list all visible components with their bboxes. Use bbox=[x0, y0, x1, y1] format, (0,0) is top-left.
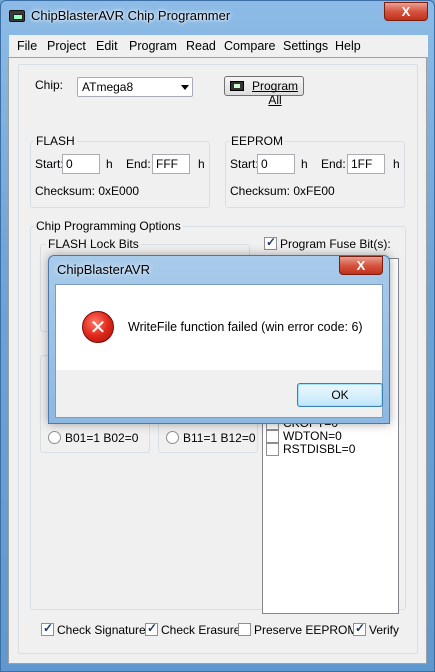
menu-settings[interactable]: Settings bbox=[283, 39, 328, 53]
error-icon: ✕ bbox=[82, 311, 114, 343]
program-all-button[interactable]: Program All bbox=[224, 76, 304, 107]
flash-h2: h bbox=[198, 157, 205, 171]
check-signature-label: Check Signature bbox=[57, 623, 146, 637]
chip-label: Chip: bbox=[35, 78, 64, 92]
program-fuse-checkbox[interactable] bbox=[264, 235, 277, 250]
dialog-body: ✕ WriteFile function failed (win error c… bbox=[55, 284, 383, 418]
menu-compare[interactable]: Compare bbox=[224, 39, 275, 53]
radio-b01-b02[interactable] bbox=[48, 431, 61, 444]
menu-edit[interactable]: Edit bbox=[96, 39, 118, 53]
fuse-wdton-checkbox[interactable] bbox=[266, 430, 279, 443]
check-signature-checkbox[interactable] bbox=[41, 621, 54, 636]
eeprom-h1: h bbox=[301, 157, 308, 171]
radio-right-label: B11=1 B12=0 bbox=[183, 431, 256, 445]
fuse-wdton-label: WDTON=0 bbox=[283, 429, 342, 443]
error-dialog: ChipBlasterAVR X ✕ WriteFile function fa… bbox=[48, 255, 390, 424]
radio-left-label: B01=1 B02=0 bbox=[65, 431, 139, 445]
program-all-label: Program All bbox=[251, 79, 298, 107]
preserve-eeprom-checkbox[interactable] bbox=[238, 623, 251, 636]
flash-checksum: Checksum: 0xE000 bbox=[35, 184, 140, 198]
dialog-message-area: ✕ WriteFile function failed (win error c… bbox=[56, 285, 382, 370]
eeprom-start-label: Start: bbox=[230, 157, 259, 171]
chevron-down-icon bbox=[181, 85, 189, 90]
dialog-close-button[interactable]: X bbox=[339, 256, 383, 275]
fuse-rstdisbl-label: RSTDISBL=0 bbox=[283, 442, 356, 456]
eeprom-title: EEPROM bbox=[229, 134, 286, 148]
menu-file[interactable]: File bbox=[17, 39, 37, 53]
title-bar[interactable]: ChipBlasterAVR Chip Programmer X bbox=[1, 1, 434, 31]
eeprom-end-input[interactable]: 1FF bbox=[347, 154, 385, 174]
window-close-button[interactable]: X bbox=[384, 2, 428, 21]
chip-select[interactable]: ATmega8 bbox=[77, 77, 193, 97]
verify-checkbox[interactable] bbox=[353, 621, 366, 636]
flash-lock-title: FLASH Lock Bits bbox=[46, 237, 141, 251]
flash-end-input[interactable]: FFF bbox=[152, 154, 190, 174]
eeprom-h2: h bbox=[393, 157, 400, 171]
fuse-rstdisbl-checkbox[interactable] bbox=[266, 443, 279, 456]
check-erasure-label: Check Erasure bbox=[161, 623, 241, 637]
eeprom-checksum: Checksum: 0xFE00 bbox=[230, 184, 335, 198]
eeprom-start-input[interactable]: 0 bbox=[257, 154, 295, 174]
preserve-eeprom-label: Preserve EEPROM bbox=[254, 623, 358, 637]
dialog-title: ChipBlasterAVR bbox=[57, 262, 150, 277]
dialog-message: WriteFile function failed (win error cod… bbox=[128, 320, 363, 334]
check-erasure-checkbox[interactable] bbox=[145, 621, 158, 636]
verify-label: Verify bbox=[369, 623, 400, 637]
flash-start-input[interactable]: 0 bbox=[62, 154, 100, 174]
menu-program[interactable]: Program bbox=[129, 39, 177, 53]
window-title: ChipBlasterAVR Chip Programmer bbox=[31, 8, 231, 23]
flash-title: FLASH bbox=[34, 134, 77, 148]
menu-read[interactable]: Read bbox=[186, 39, 216, 53]
eeprom-end-label: End: bbox=[321, 157, 346, 171]
chip-icon bbox=[230, 81, 244, 91]
flash-end-label: End: bbox=[126, 157, 151, 171]
menu-help[interactable]: Help bbox=[335, 39, 361, 53]
flash-h1: h bbox=[106, 157, 113, 171]
menu-bar: File Project Edit Program Read Compare S… bbox=[9, 35, 428, 57]
chip-select-value: ATmega8 bbox=[82, 80, 134, 94]
chip-app-icon bbox=[9, 10, 25, 22]
flash-start-label: Start: bbox=[35, 157, 64, 171]
options-title: Chip Programming Options bbox=[34, 219, 183, 233]
ok-button[interactable]: OK bbox=[297, 383, 383, 407]
program-fuse-label: Program Fuse Bit(s): bbox=[280, 237, 391, 251]
radio-b11-b12[interactable] bbox=[166, 431, 179, 444]
menu-project[interactable]: Project bbox=[47, 39, 86, 53]
